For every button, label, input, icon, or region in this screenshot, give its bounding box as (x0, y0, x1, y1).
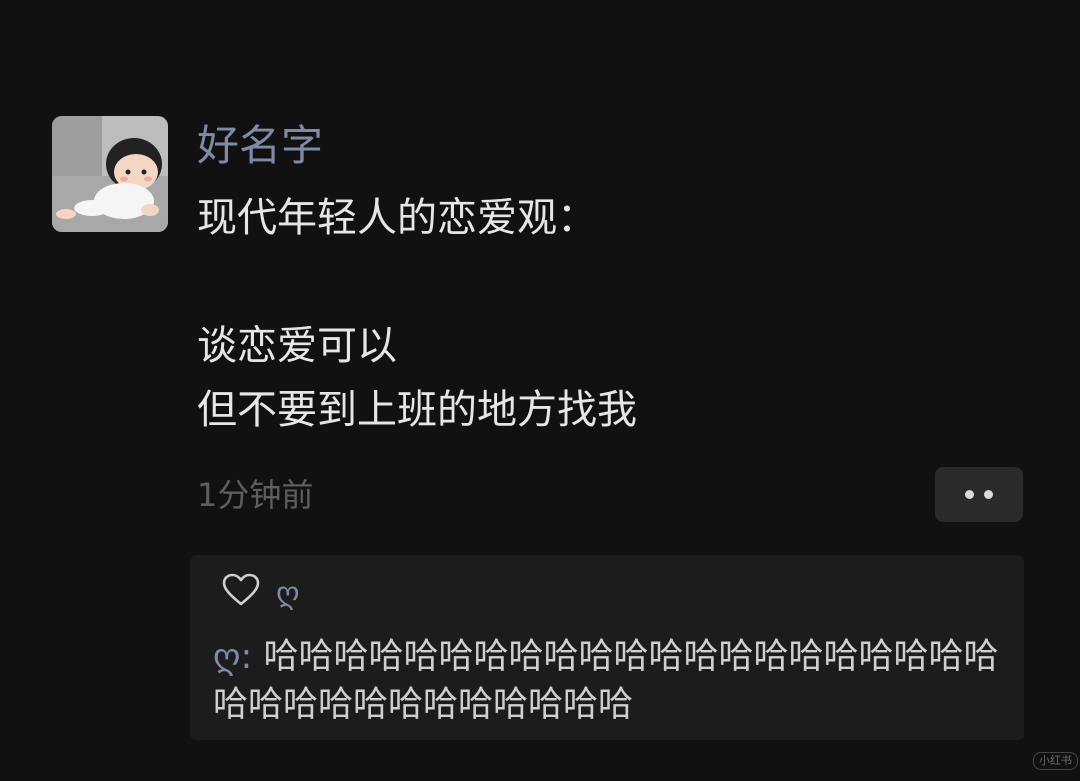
comment-text: 哈哈哈哈哈哈哈哈哈哈哈哈哈哈哈哈哈哈哈哈哈哈哈哈哈哈哈哈哈哈哈哈哈 (213, 637, 999, 725)
post-line: 现代年轻人的恋爱观： (197, 195, 597, 241)
post-username[interactable]: 好名字 (197, 116, 323, 176)
comment-item[interactable]: ღ: 哈哈哈哈哈哈哈哈哈哈哈哈哈哈哈哈哈哈哈哈哈哈哈哈哈哈哈哈哈哈哈哈哈 (213, 633, 1003, 729)
liker-name[interactable]: ღ (276, 564, 300, 616)
post-line: 但不要到上班的地方找我 (197, 387, 637, 433)
post-line-blank (197, 250, 637, 314)
baby-avatar-image (52, 116, 168, 232)
likes-row: ღ (222, 568, 300, 612)
post-content: 现代年轻人的恋爱观： 谈恋爱可以 但不要到上班的地方找我 (197, 186, 637, 442)
more-dots-icon (984, 490, 993, 499)
more-actions-button[interactable] (935, 467, 1023, 522)
post-line: 谈恋爱可以 (197, 323, 397, 369)
post-timestamp: 1分钟前 (197, 476, 314, 514)
comment-author[interactable]: ღ (213, 637, 241, 677)
heart-icon (222, 573, 260, 606)
avatar[interactable] (52, 116, 168, 232)
comment-separator: : (240, 637, 264, 677)
moments-post: 好名字 现代年轻人的恋爱观： 谈恋爱可以 但不要到上班的地方找我 1分钟前 ღ … (0, 0, 1080, 781)
more-dots-icon (965, 490, 974, 499)
watermark: 小红书 (1033, 752, 1078, 770)
